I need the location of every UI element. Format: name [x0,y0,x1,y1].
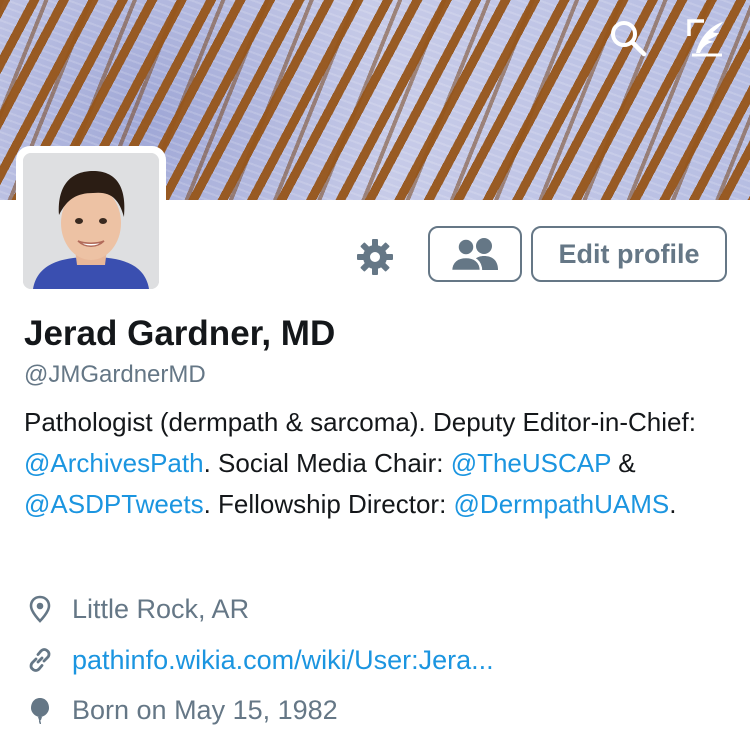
link-icon [24,644,56,676]
settings-gear-button[interactable] [350,232,400,282]
avatar-photo [23,153,159,289]
profile-website[interactable]: pathinfo.wikia.com/wiki/User:Jera... [24,640,494,680]
compose-tweet-icon[interactable] [684,16,728,60]
search-icon[interactable] [606,16,650,60]
bio-text: . Social Media Chair: [203,448,451,478]
mention-asdptweets[interactable]: @ASDPTweets [24,489,204,519]
birthday-text: Born on May 15, 1982 [72,694,338,725]
website-link[interactable]: pathinfo.wikia.com/wiki/User:Jera... [72,645,494,676]
profile-bio: Pathologist (dermpath & sarcoma). Deputy… [24,402,724,525]
avatar[interactable] [16,146,166,296]
balloon-icon [24,694,56,726]
edit-profile-button[interactable]: Edit profile [531,226,727,282]
follow-lists-button[interactable] [428,226,522,282]
edit-profile-label: Edit profile [558,238,700,269]
mention-archivespath[interactable]: @ArchivesPath [24,448,204,478]
gear-icon [357,239,393,275]
bio-text: . Fellowship Director: [203,489,454,519]
mention-theuscap[interactable]: @TheUSCAP [451,448,611,478]
location-pin-icon [24,593,56,625]
bio-text: . [669,489,677,519]
mention-dermpathuams[interactable]: @DermpathUAMS [454,489,670,519]
profile-handle: @JMGardnerMD [24,361,206,388]
profile-location: Little Rock, AR [24,589,249,629]
bio-text: & [611,448,636,478]
bio-text: Pathologist (dermpath & sarcoma). Deputy… [24,407,696,437]
profile-name: Jerad Gardner, MD [24,314,336,353]
location-text: Little Rock, AR [72,593,250,624]
profile-birthday: Born on May 15, 1982 [24,690,338,730]
people-icon [449,237,498,272]
